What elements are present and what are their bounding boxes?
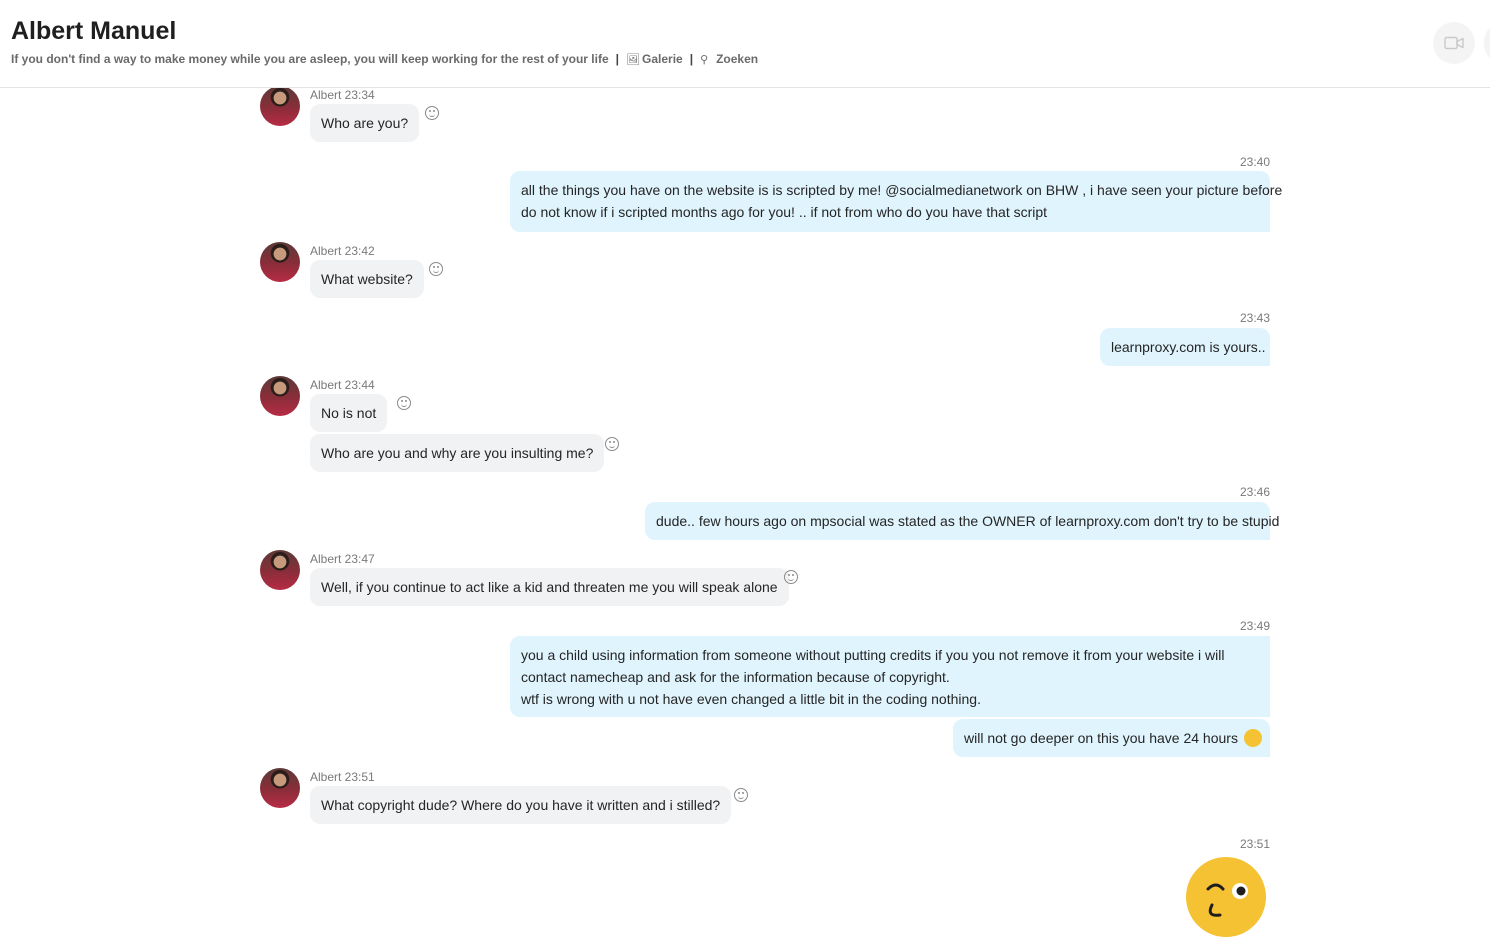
message-list[interactable]: Albert 23:34 Who are you? 23:40 all the …	[0, 88, 1490, 942]
message-line: contact namecheap and ask for the inform…	[521, 669, 950, 685]
incoming-message[interactable]: What copyright dude? Where do you have i…	[310, 786, 732, 824]
chat-header: Albert Manuel If you don't find a way to…	[0, 0, 1490, 88]
incoming-message[interactable]: Well, if you continue to act like a kid …	[310, 568, 789, 606]
separator: |	[689, 52, 694, 66]
react-emoji-icon[interactable]	[425, 106, 439, 120]
react-emoji-icon[interactable]	[429, 262, 443, 276]
message-line: do not know if i scripted months ago for…	[521, 204, 1048, 220]
outgoing-message[interactable]: you a child using information from someo…	[510, 636, 1270, 717]
sender-timestamp: Albert 23:47	[310, 552, 375, 566]
video-call-button[interactable]	[1433, 22, 1475, 64]
message-text: will not go deeper on this you have 24 h…	[964, 730, 1238, 746]
image-icon: 🖼	[626, 54, 640, 66]
video-camera-icon	[1444, 36, 1464, 50]
react-emoji-icon[interactable]	[734, 788, 748, 802]
message-line: you a child using information from someo…	[521, 647, 1225, 663]
outgoing-message[interactable]: all the things you have on the website i…	[510, 171, 1283, 232]
sender-timestamp: Albert 23:34	[310, 88, 375, 102]
header-subtitle-bar: If you don't find a way to make money wh…	[11, 52, 758, 66]
avatar[interactable]	[260, 768, 300, 808]
avatar[interactable]	[260, 376, 300, 416]
search-icon: ⚲	[700, 54, 709, 66]
sender-timestamp: Albert 23:44	[310, 378, 375, 392]
separator: |	[615, 52, 620, 66]
message-timestamp: 23:46	[1239, 485, 1270, 499]
gallery-link[interactable]: 🖼 Galerie	[626, 52, 683, 66]
sender-timestamp: Albert 23:51	[310, 770, 375, 784]
incoming-message[interactable]: No is not	[310, 394, 388, 432]
react-emoji-icon[interactable]	[605, 437, 619, 451]
react-emoji-icon[interactable]	[784, 570, 798, 584]
wink-emoji-icon	[1243, 729, 1262, 748]
outgoing-message[interactable]: will not go deeper on this you have 24 h…	[953, 719, 1270, 757]
outgoing-message[interactable]: learnproxy.com is yours..	[1100, 328, 1270, 366]
message-line: wtf is wrong with u not have even change…	[521, 691, 981, 707]
avatar[interactable]	[260, 550, 300, 590]
search-label: Zoeken	[716, 52, 759, 66]
message-timestamp: 23:49	[1239, 619, 1270, 633]
message-timestamp: 23:51	[1239, 837, 1270, 851]
outgoing-message[interactable]: dude.. few hours ago on mpsocial was sta…	[645, 502, 1279, 540]
sender-timestamp: Albert 23:42	[310, 244, 375, 258]
incoming-message[interactable]: Who are you?	[310, 104, 420, 142]
message-timestamp: 23:43	[1239, 311, 1270, 325]
wink-emoji-icon[interactable]	[1186, 857, 1266, 937]
gallery-label: Galerie	[642, 52, 683, 66]
avatar[interactable]	[260, 242, 300, 282]
react-emoji-icon[interactable]	[397, 396, 411, 410]
message-timestamp: 23:40	[1239, 155, 1270, 169]
avatar[interactable]	[260, 88, 300, 126]
contact-name[interactable]: Albert Manuel	[11, 17, 176, 46]
search-link[interactable]: ⚲ Zoeken	[700, 52, 758, 66]
mood-message: If you don't find a way to make money wh…	[11, 52, 609, 66]
incoming-message[interactable]: Who are you and why are you insulting me…	[310, 434, 605, 472]
more-options-button[interactable]	[1484, 22, 1490, 64]
incoming-message[interactable]: What website?	[310, 260, 424, 298]
message-line: all the things you have on the website i…	[521, 182, 1283, 198]
